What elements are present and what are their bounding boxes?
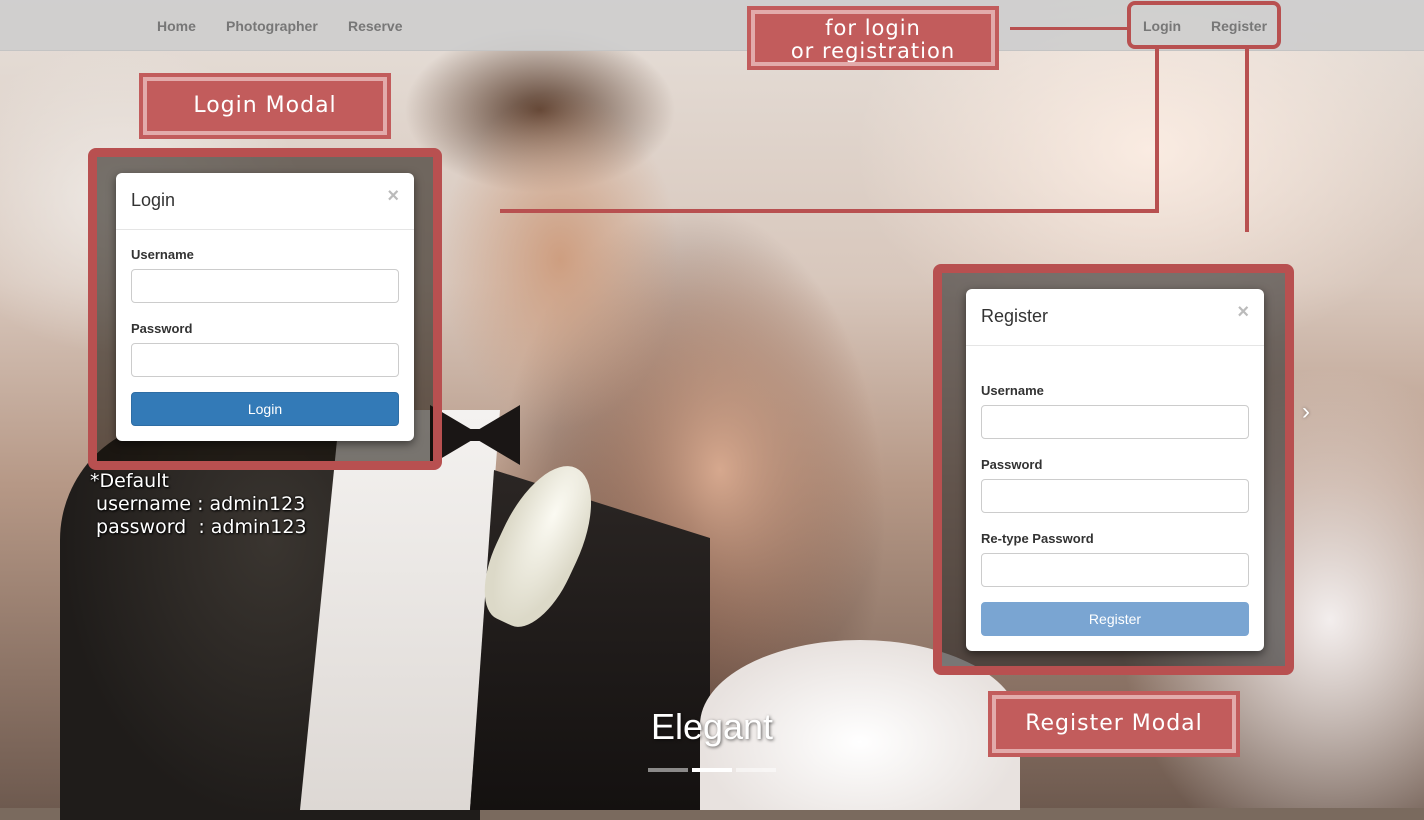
carousel-caption: Elegant: [650, 706, 774, 747]
login-modal-header: Login ×: [116, 173, 414, 230]
connector-line: [1010, 27, 1128, 30]
carousel-indicator-1[interactable]: [648, 768, 688, 772]
carousel-indicator-3[interactable]: [736, 768, 776, 772]
register-username-input[interactable]: [981, 405, 1249, 439]
nav-auth-highlight: [1127, 1, 1281, 49]
nav-photographer-link[interactable]: Photographer: [226, 18, 318, 34]
nav-home-link[interactable]: Home: [157, 18, 196, 34]
register-modal-title: Register: [981, 306, 1049, 326]
chevron-right-icon[interactable]: ›: [1302, 398, 1310, 426]
register-retype-label: Re-type Password: [981, 531, 1094, 546]
annotation-login-registration: for login or registration: [747, 6, 999, 70]
login-modal: Login × Username Password Login: [116, 173, 414, 441]
login-submit-button[interactable]: Login: [131, 392, 399, 426]
register-modal-header: Register ×: [966, 289, 1264, 346]
close-icon[interactable]: ×: [387, 185, 399, 208]
default-credentials-note: *Default username : admin123 password : …: [90, 470, 307, 538]
connector-line: [1245, 48, 1249, 232]
login-password-input[interactable]: [131, 343, 399, 377]
username-label: Username: [131, 247, 194, 262]
connector-line: [500, 209, 1159, 213]
login-username-input[interactable]: [131, 269, 399, 303]
register-modal: Register × Username Password Re-type Pas…: [966, 289, 1264, 651]
register-password-input[interactable]: [981, 479, 1249, 513]
annotation-login-modal: Login Modal: [139, 73, 391, 139]
register-submit-button[interactable]: Register: [981, 602, 1249, 636]
login-modal-title: Login: [131, 190, 176, 210]
register-retype-password-input[interactable]: [981, 553, 1249, 587]
carousel-indicator-2[interactable]: [692, 768, 732, 772]
connector-line: [1155, 48, 1159, 213]
annotation-register-modal: Register Modal: [988, 691, 1240, 757]
nav-reserve-link[interactable]: Reserve: [348, 18, 403, 34]
register-password-label: Password: [981, 457, 1043, 472]
register-username-label: Username: [981, 383, 1044, 398]
password-label: Password: [131, 321, 193, 336]
close-icon[interactable]: ×: [1237, 301, 1249, 324]
